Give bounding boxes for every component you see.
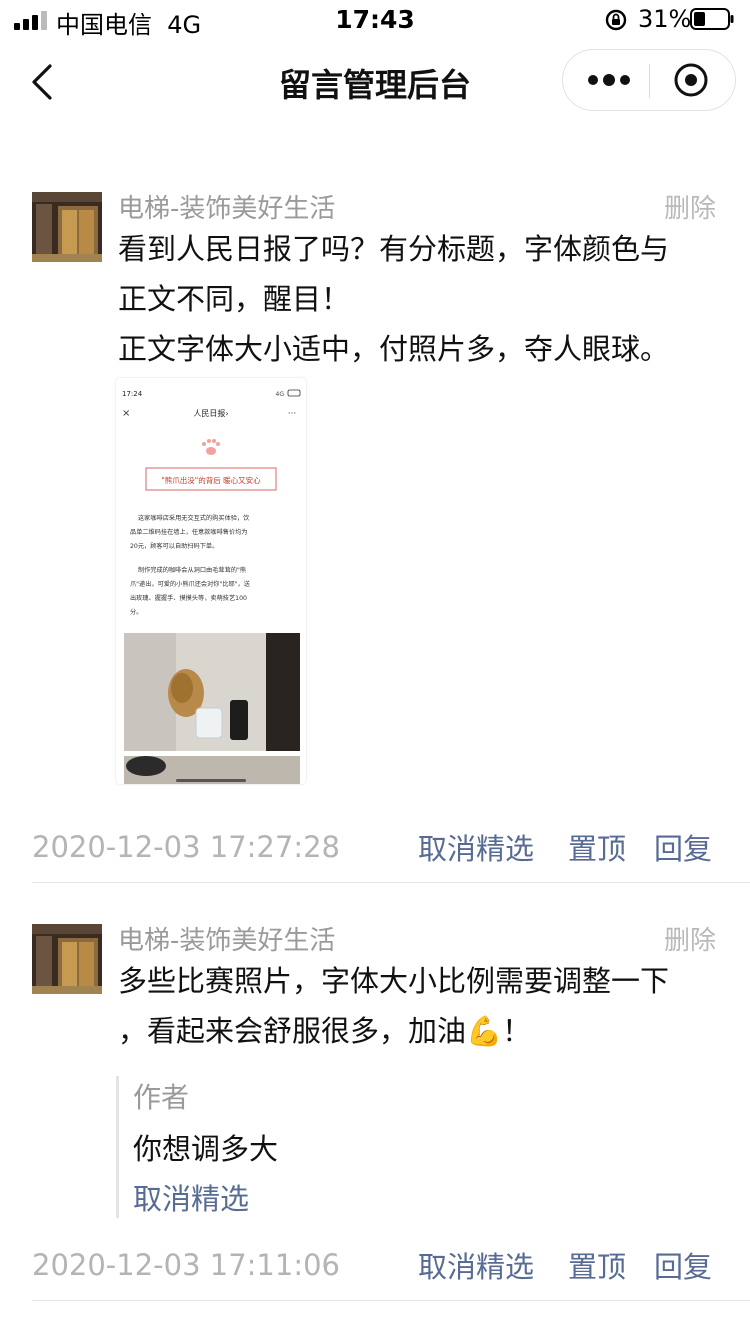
attachment-paragraph: 这家咖啡店采用无交互式的购买体验，饮 品单二维码挂在墙上，任意款咖啡售价均为 2… (130, 514, 250, 550)
attachment-close-icon: × (122, 408, 130, 419)
menu-capsule (562, 49, 736, 111)
attachment-status-net: 4G (276, 391, 285, 398)
paw-icon (202, 439, 220, 455)
attachment-headline: "熊爪出没"的背后 暖心又安心 (161, 475, 261, 485)
comment-line: ，看起来会舒服很多，加油💪！ (118, 1014, 532, 1048)
attachment-line: 制作完成的咖啡会从洞口由毛茸茸的"熊 (138, 566, 246, 574)
attachment-line: 20元，顾客可以自助扫码下单。 (130, 542, 218, 550)
avatar (32, 924, 102, 994)
attachment-line: 这家咖啡店采用无交互式的购买体验，饮 (138, 514, 250, 522)
battery-icon (690, 8, 734, 30)
reply-button[interactable]: 回复 (654, 1244, 712, 1286)
attachment-status-time: 17:24 (122, 390, 143, 398)
delete-button[interactable]: 删除 (664, 920, 716, 957)
comment-timestamp: 2020-12-03 17:11:06 (32, 1248, 340, 1282)
comment-image[interactable]: 17:24 4G × 人民日报› ··· "熊爪出没"的背后 暖心又安心 这家咖… (116, 378, 306, 784)
attachment-home-indicator (176, 779, 246, 782)
status-bar: 中国电信 4G 17:43 31% (0, 0, 750, 40)
comment-divider (32, 882, 750, 883)
attachment-more-icon: ··· (288, 409, 297, 419)
attachment-battery-icon (287, 389, 301, 397)
reply-button[interactable]: 回复 (654, 826, 712, 868)
rotation-lock-icon (605, 9, 627, 31)
comment-line: 正文字体大小适中，付照片多，夺人眼球。 (118, 332, 670, 366)
comment-author: 电梯-装饰美好生活 (118, 926, 336, 956)
nav-bar: 留言管理后台 (0, 40, 750, 126)
reply-unfeature-button[interactable]: 取消精选 (133, 1176, 249, 1218)
comment-divider (32, 1300, 750, 1301)
avatar (32, 192, 102, 262)
attachment-line: 分。 (130, 608, 142, 616)
reply-text: 你想调多大 (133, 1132, 279, 1166)
comment-timestamp: 2020-12-03 17:27:28 (32, 830, 340, 864)
attachment-paragraph: 制作完成的咖啡会从洞口由毛茸茸的"熊 爪"递出，可爱的小熊爪还会对你"比耶"，送… (130, 566, 251, 616)
more-icon[interactable] (587, 68, 631, 92)
capsule-divider (649, 64, 650, 98)
unfeature-button[interactable]: 取消精选 (418, 1244, 534, 1286)
unfeature-button[interactable]: 取消精选 (418, 826, 534, 868)
reply-author-label: 作者 (133, 1081, 190, 1114)
attachment-line: 品单二维码挂在墙上，任意款咖啡售价均为 (130, 528, 248, 536)
author-reply: 作者 你想调多大 取消精选 (116, 1076, 679, 1218)
delete-button[interactable]: 删除 (664, 188, 716, 225)
attachment-photo (124, 633, 300, 784)
comment-body: 多些比赛照片，字体大小比例需要调整一下 ，看起来会舒服很多，加油💪！ (118, 956, 718, 1056)
battery-percent: 31% (638, 5, 692, 33)
comment-line: 正文不同，醒目！ (118, 282, 351, 316)
attachment-title: 人民日报› (193, 408, 228, 418)
close-miniprogram-icon[interactable] (673, 62, 709, 98)
comment-author: 电梯-装饰美好生活 (118, 194, 336, 224)
attachment-line: 出玫瑰、握握手、摸摸头等，卖萌技艺100 (130, 594, 247, 602)
attachment-line: 爪"递出，可爱的小熊爪还会对你"比耶"，送 (130, 580, 251, 588)
comment-body: 看到人民日报了吗？有分标题，字体颜色与 正文不同，醒目！ 正文字体大小适中，付照… (118, 224, 718, 374)
comment-line: 多些比赛照片，字体大小比例需要调整一下 (118, 964, 670, 998)
pin-button[interactable]: 置顶 (568, 1244, 626, 1286)
comment-line: 看到人民日报了吗？有分标题，字体颜色与 (118, 232, 670, 266)
pin-button[interactable]: 置顶 (568, 826, 626, 868)
